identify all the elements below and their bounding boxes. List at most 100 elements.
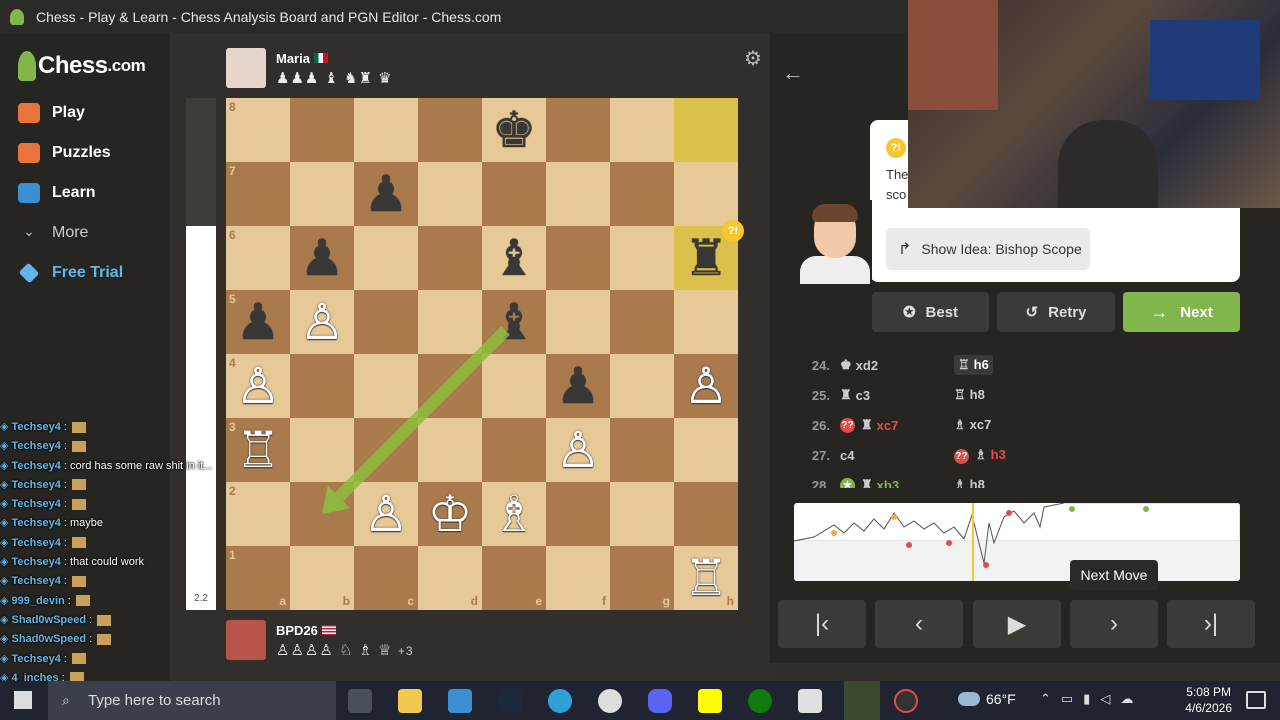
sidebar-item-more[interactable]: ⌄ More xyxy=(18,223,88,243)
square-a8[interactable]: 8 xyxy=(226,98,290,162)
white-piece-a3[interactable]: ♖ xyxy=(226,418,290,482)
steam-icon[interactable] xyxy=(498,689,522,713)
black-piece-a5[interactable]: ♟ xyxy=(226,290,290,354)
best-button[interactable]: ✪ Best xyxy=(872,292,989,332)
show-idea-button[interactable]: ↱ Show Idea: Bishop Scope xyxy=(886,228,1090,270)
retry-button[interactable]: ↺ Retry xyxy=(997,292,1115,332)
chat-username[interactable]: Techsey4 xyxy=(12,537,61,549)
square-f1[interactable]: f xyxy=(546,546,610,610)
back-arrow-icon[interactable]: ← xyxy=(782,60,804,86)
white-piece-d2[interactable]: ♔ xyxy=(418,482,482,546)
square-h3[interactable] xyxy=(674,418,738,482)
white-piece-b5[interactable]: ♙ xyxy=(290,290,354,354)
square-c3[interactable] xyxy=(354,418,418,482)
square-e3[interactable] xyxy=(482,418,546,482)
square-b8[interactable] xyxy=(290,98,354,162)
xbox-icon[interactable] xyxy=(748,689,772,713)
square-g1[interactable]: g xyxy=(610,546,674,610)
square-c1[interactable]: c xyxy=(354,546,418,610)
square-h2[interactable] xyxy=(674,482,738,546)
player-name[interactable]: BPD26 xyxy=(276,623,318,638)
next-move-button[interactable]: › xyxy=(1070,600,1158,648)
white-piece-f3[interactable]: ♙ xyxy=(546,418,610,482)
square-e7[interactable] xyxy=(482,162,546,226)
square-d3[interactable] xyxy=(418,418,482,482)
notifications-icon[interactable] xyxy=(1246,691,1266,709)
sidebar-item-free-trial[interactable]: Free Trial xyxy=(18,262,123,284)
previous-move-button[interactable]: ‹ xyxy=(875,600,963,648)
square-d7[interactable] xyxy=(418,162,482,226)
chat-username[interactable]: 999_devin xyxy=(12,595,65,607)
chat-username[interactable]: Techsey4 xyxy=(12,653,61,665)
square-a6[interactable]: 6 xyxy=(226,226,290,290)
square-f6[interactable] xyxy=(546,226,610,290)
square-e1[interactable]: e xyxy=(482,546,546,610)
square-d8[interactable] xyxy=(418,98,482,162)
square-g6[interactable] xyxy=(610,226,674,290)
square-h8[interactable] xyxy=(674,98,738,162)
square-f8[interactable] xyxy=(546,98,610,162)
task-view-icon[interactable] xyxy=(348,689,372,713)
square-g4[interactable] xyxy=(610,354,674,418)
chat-username[interactable]: Techsey4 xyxy=(12,575,61,587)
next-button[interactable]: → Next xyxy=(1123,292,1240,332)
windows-start-icon[interactable] xyxy=(14,691,32,709)
chat-username[interactable]: Shad0wSpeed xyxy=(12,633,87,645)
play-button[interactable]: ▶ xyxy=(973,600,1061,648)
square-f7[interactable] xyxy=(546,162,610,226)
square-c8[interactable] xyxy=(354,98,418,162)
square-g8[interactable] xyxy=(610,98,674,162)
white-piece-a4[interactable]: ♙ xyxy=(226,354,290,418)
avatar[interactable] xyxy=(226,48,266,88)
square-h7[interactable] xyxy=(674,162,738,226)
obs-icon[interactable] xyxy=(598,689,622,713)
square-f5[interactable] xyxy=(546,290,610,354)
black-move[interactable]: ♗ xc7 xyxy=(954,417,1074,433)
white-piece-h4[interactable]: ♙ xyxy=(674,354,738,418)
white-move[interactable]: ♜ c3 xyxy=(840,387,954,403)
square-b1[interactable]: b xyxy=(290,546,354,610)
square-b7[interactable] xyxy=(290,162,354,226)
square-h5[interactable] xyxy=(674,290,738,354)
white-piece-c2[interactable]: ♙ xyxy=(354,482,418,546)
square-a1[interactable]: 1a xyxy=(226,546,290,610)
search-input[interactable]: Type here to search xyxy=(88,692,221,709)
last-move-button[interactable]: ›| xyxy=(1167,600,1255,648)
first-move-button[interactable]: |‹ xyxy=(778,600,866,648)
taskbar-search[interactable]: ⌕ Type here to search xyxy=(48,681,336,720)
square-c5[interactable] xyxy=(354,290,418,354)
square-a2[interactable]: 2 xyxy=(226,482,290,546)
square-g7[interactable] xyxy=(610,162,674,226)
square-c6[interactable] xyxy=(354,226,418,290)
black-move[interactable]: ♗ h8 xyxy=(954,477,1074,488)
black-move[interactable]: ?? ♗ h3 xyxy=(954,447,1074,464)
chess-app-icon[interactable] xyxy=(844,681,880,720)
sidebar-item-puzzles[interactable]: Puzzles xyxy=(18,143,111,163)
white-move[interactable]: ?? ♜ xc7 xyxy=(840,417,954,433)
brand-logo[interactable]: Chess .com xyxy=(18,51,146,81)
square-c4[interactable] xyxy=(354,354,418,418)
square-d5[interactable] xyxy=(418,290,482,354)
white-piece-h1[interactable]: ♖ xyxy=(674,546,738,610)
chat-username[interactable]: Techsey4 xyxy=(12,498,61,510)
square-d4[interactable] xyxy=(418,354,482,418)
black-move[interactable]: ♖ h6 xyxy=(954,355,1074,375)
app-icon[interactable] xyxy=(798,689,822,713)
square-d1[interactable]: d xyxy=(418,546,482,610)
taskbar-clock[interactable]: 5:08 PM 4/6/2026 xyxy=(1185,684,1232,716)
weather-widget[interactable]: 66°F xyxy=(958,691,1016,707)
white-move[interactable]: ♚ xd2 xyxy=(840,357,954,373)
square-b4[interactable] xyxy=(290,354,354,418)
white-move[interactable]: ★ ♜ xb3 xyxy=(840,477,954,488)
gear-icon[interactable]: ⚙ xyxy=(744,46,762,71)
black-piece-c7[interactable]: ♟ xyxy=(354,162,418,226)
chat-username[interactable]: Shad0wSpeed xyxy=(12,614,87,626)
black-piece-f4[interactable]: ♟ xyxy=(546,354,610,418)
chat-username[interactable]: Techsey4 xyxy=(12,421,61,433)
black-piece-e8[interactable]: ♚ xyxy=(482,98,546,162)
black-piece-e5[interactable]: ♝ xyxy=(482,290,546,354)
chat-username[interactable]: Techsey4 xyxy=(12,556,61,568)
black-piece-e6[interactable]: ♝ xyxy=(482,226,546,290)
chat-username[interactable]: Techsey4 xyxy=(12,517,61,529)
square-b3[interactable] xyxy=(290,418,354,482)
